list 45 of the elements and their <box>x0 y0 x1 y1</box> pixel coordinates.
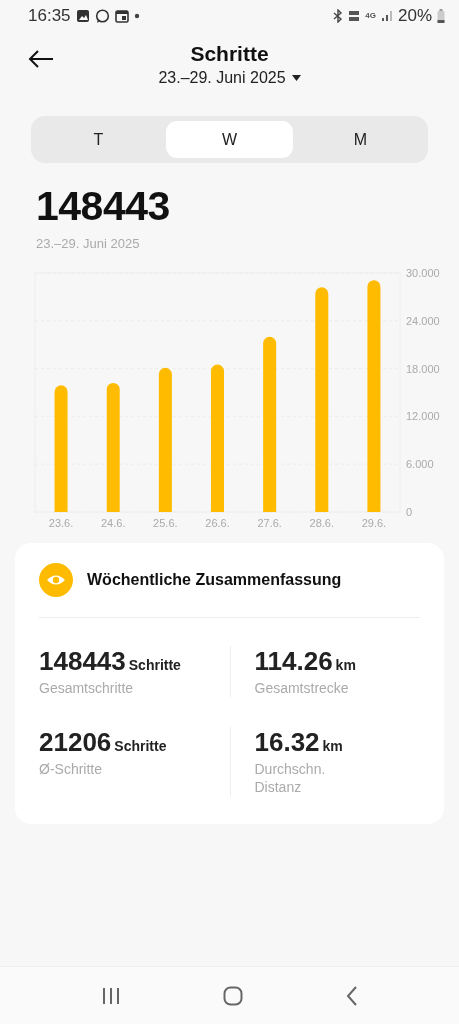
axis-label: 27.6. <box>257 517 282 529</box>
network-label: 4G <box>365 12 376 20</box>
axis-label: 28.6. <box>309 517 334 529</box>
dropdown-caret-icon[interactable] <box>291 75 301 81</box>
stat-label: Ø-Schritte <box>39 760 103 778</box>
stat-value: 114.26 km <box>254 646 357 677</box>
axis-label: 30.000 <box>406 267 440 279</box>
period-tab[interactable]: T <box>35 121 162 158</box>
stat-value: 21206 Schritte <box>39 727 168 758</box>
battery-icon <box>437 9 445 23</box>
clock: 16:35 <box>28 6 71 26</box>
battery-percentage: 20% <box>397 6 432 26</box>
eye-icon <box>39 563 73 597</box>
back-arrow-icon[interactable] <box>28 50 54 68</box>
stat-label: Gesamtstrecke <box>254 679 350 697</box>
recent-apps-icon[interactable] <box>101 986 122 1005</box>
summary-title: Wöchentliche Zusammenfassung <box>87 571 342 589</box>
date-range-selector[interactable]: 23.–29. Juni 2025 <box>158 69 286 87</box>
period-tab[interactable]: M <box>297 121 424 158</box>
axis-label: 24.000 <box>406 314 440 327</box>
stat-label: Durchschn. Distanz <box>254 760 327 796</box>
stat-value: 148443 Schritte <box>39 646 182 677</box>
chat-icon <box>94 8 110 24</box>
page-title: Schritte <box>190 42 269 66</box>
calendar-icon <box>114 9 129 23</box>
back-icon[interactable] <box>345 985 358 1006</box>
dot-icon <box>133 13 140 19</box>
home-icon[interactable] <box>223 985 244 1006</box>
stat-value: 16.32 km <box>254 727 344 758</box>
axis-label: 25.6. <box>153 517 178 529</box>
signal-icon <box>380 10 393 22</box>
period-tab[interactable]: W <box>166 121 293 158</box>
axis-label: 0 <box>406 506 413 518</box>
stat-label: Gesamtschritte <box>39 679 135 697</box>
bluetooth-icon <box>333 9 344 23</box>
axis-label: 26.6. <box>205 517 230 529</box>
axis-label: 12.000 <box>406 410 440 423</box>
total-steps: 148443 <box>36 183 459 230</box>
image-icon <box>75 9 90 23</box>
axis-label: 24.6. <box>101 517 126 529</box>
axis-label: 29.6. <box>361 517 387 529</box>
axis-label: 23.6. <box>48 517 74 529</box>
axis-label: 6.000 <box>406 458 434 471</box>
total-date-range: 23.–29. Juni 2025 <box>36 236 141 251</box>
axis-label: 18.000 <box>406 362 440 375</box>
